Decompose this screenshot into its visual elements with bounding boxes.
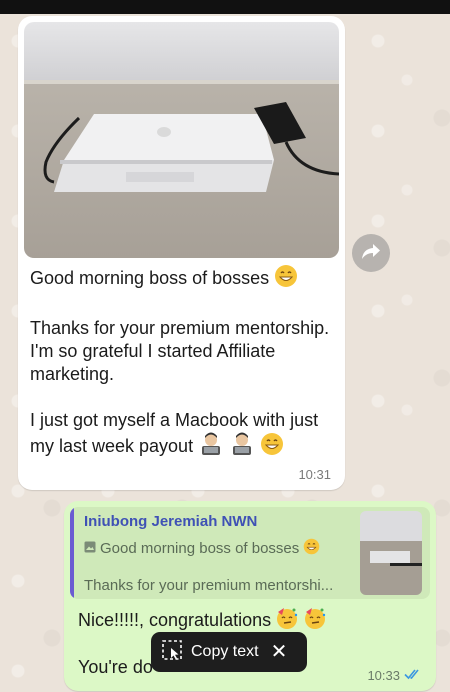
message-timestamp: 10:31 (298, 467, 331, 482)
copy-text-popup[interactable]: Copy text ✕ (151, 632, 307, 672)
photo-icon (84, 540, 96, 557)
copy-text-button[interactable]: Copy text (191, 643, 259, 661)
macbook-photo[interactable] (24, 22, 339, 258)
quote-author: Iniubong Jeremiah NWN (84, 513, 258, 530)
double-check-icon (404, 668, 422, 683)
reply-first-line-text: Nice!!!!!, congratulations (78, 610, 272, 630)
grinning-emoji-icon (260, 432, 284, 462)
grinning-emoji-icon (274, 264, 298, 294)
quote-accent-bar (70, 507, 74, 599)
reply-first-line: Nice!!!!!, congratulations (78, 606, 327, 635)
quote-first-line-text: Good morning boss of bosses (100, 540, 300, 557)
grinning-emoji-icon (303, 538, 320, 559)
incoming-message-bubble[interactable]: Good morning boss of bosses Thanks for y… (18, 16, 345, 490)
partying-face-icon (275, 606, 299, 635)
partying-face-icon (303, 606, 327, 635)
technologist-emoji-icon (198, 432, 224, 462)
quote-second-line: Thanks for your premium mentorshi... (84, 577, 334, 594)
technologist-emoji-icon (229, 432, 255, 462)
forward-button[interactable] (352, 234, 390, 272)
outgoing-time-text: 10:33 (367, 668, 400, 683)
quote-thumbnail (360, 511, 422, 595)
status-bar (0, 0, 450, 14)
share-forward-icon (361, 242, 381, 265)
close-icon[interactable]: ✕ (271, 642, 288, 662)
quoted-reply[interactable]: Iniubong Jeremiah NWN Good morning boss … (70, 507, 430, 599)
quote-first-line: Good morning boss of bosses (84, 538, 346, 559)
thanks-text: Thanks for your premium mentorship. I'm … (30, 318, 330, 384)
outgoing-timestamp: 10:33 (367, 668, 422, 683)
text-select-icon (161, 639, 183, 666)
incoming-message-text: Good morning boss of bosses Thanks for y… (30, 264, 335, 462)
reply-second-line: You're do (78, 657, 153, 677)
greeting-text: Good morning boss of bosses (30, 267, 270, 288)
